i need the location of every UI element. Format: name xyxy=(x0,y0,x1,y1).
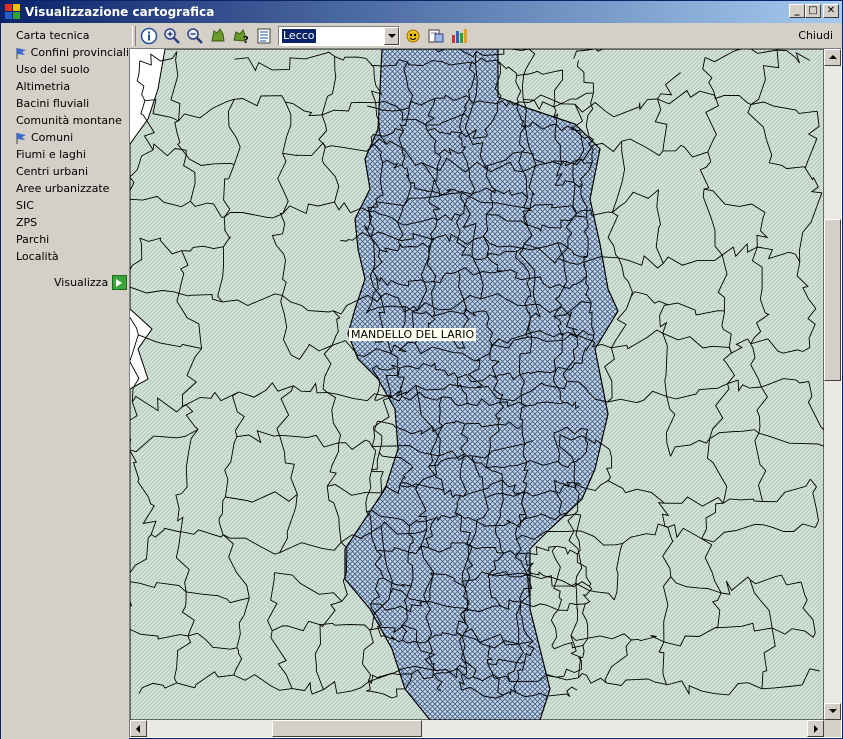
layer-item[interactable]: Parchi xyxy=(1,231,129,248)
layer-item[interactable]: ZPS xyxy=(1,214,129,231)
info-icon[interactable] xyxy=(139,26,159,46)
layer-item[interactable]: Bacini fluviali xyxy=(1,95,129,112)
layer-item[interactable]: Comunità montane xyxy=(1,112,129,129)
minimize-button[interactable]: _ xyxy=(789,4,805,18)
vertical-scrollbar[interactable] xyxy=(824,49,841,720)
chiudi-link[interactable]: Chiudi xyxy=(798,29,833,42)
window-title: Visualizzazione cartografica xyxy=(25,5,215,19)
layer-item[interactable]: Carta tecnica xyxy=(1,27,129,44)
layer-item[interactable]: Altimetria xyxy=(1,78,129,95)
province-select-value: Lecco xyxy=(282,28,316,43)
layer-item-label: Aree urbanizzate xyxy=(16,182,110,195)
layer-item[interactable]: Comuni xyxy=(1,129,129,146)
title-bar[interactable]: Visualizzazione cartografica _ □ ✕ xyxy=(1,1,842,23)
layer-item[interactable]: Fiumi e laghi xyxy=(1,146,129,163)
visualizza-label: Visualizza xyxy=(54,276,109,289)
map-panel: MANDELLO DEL LARIO xyxy=(129,48,842,738)
chart-icon[interactable] xyxy=(449,26,469,46)
app-icon xyxy=(5,4,21,20)
scroll-down-button[interactable] xyxy=(824,703,841,720)
visualizza-button[interactable]: Visualizza xyxy=(54,275,128,290)
layer-sidebar: Carta tecnica Confini provinciali Uso del … xyxy=(1,23,129,739)
layer-item-label: Bacini fluviali xyxy=(16,97,90,110)
flag-icon xyxy=(16,132,26,144)
horizontal-scrollbar[interactable] xyxy=(130,720,824,737)
toolbar-grip[interactable] xyxy=(132,25,136,46)
scroll-left-button[interactable] xyxy=(130,720,147,737)
locate-icon[interactable] xyxy=(403,26,423,46)
province-select[interactable]: Lecco xyxy=(278,25,400,46)
identify-icon[interactable]: ? xyxy=(231,26,251,46)
close-button[interactable]: ✕ xyxy=(823,4,839,18)
layer-item-label: Carta tecnica xyxy=(16,29,90,42)
layer-item[interactable]: Confini provinciali xyxy=(1,44,129,61)
flag-icon xyxy=(16,47,26,59)
comune-label: MANDELLO DEL LARIO xyxy=(349,328,477,341)
layer-item-label: Località xyxy=(16,250,59,263)
layer-item[interactable]: Centri urbani xyxy=(1,163,129,180)
layer-item-label: Fiumi e laghi xyxy=(16,148,86,161)
maximize-button[interactable]: □ xyxy=(805,4,821,18)
layer-item-label: Altimetria xyxy=(16,80,71,93)
layer-item-label: ZPS xyxy=(16,216,38,229)
go-arrow-icon[interactable] xyxy=(112,275,128,290)
layer-item[interactable]: Località xyxy=(1,248,129,265)
layer-item-label: Uso del suolo xyxy=(16,63,90,76)
layer-list: Carta tecnica Confini provinciali Uso del … xyxy=(1,27,129,265)
scroll-up-button[interactable] xyxy=(824,49,841,66)
layer-item-label: Centri urbani xyxy=(16,165,89,178)
layer-item-label: Parchi xyxy=(16,233,50,246)
layer-item-label: Comuni xyxy=(31,131,74,144)
horizontal-scroll-thumb[interactable] xyxy=(272,720,422,737)
scroll-corner xyxy=(824,720,841,737)
chevron-down-icon[interactable] xyxy=(384,26,399,45)
scroll-right-button[interactable] xyxy=(807,720,824,737)
pan-icon[interactable] xyxy=(208,26,228,46)
layer-item[interactable]: Uso del suolo xyxy=(1,61,129,78)
legend-icon[interactable] xyxy=(254,26,274,46)
map-canvas[interactable] xyxy=(130,49,824,720)
main-window: Visualizzazione cartografica _ □ ✕ Carta… xyxy=(0,0,843,739)
layer-item-label: SIC xyxy=(16,199,34,212)
vertical-scroll-thumb[interactable] xyxy=(824,219,841,381)
layer-item-label: Comunità montane xyxy=(16,114,122,127)
zoom-out-icon[interactable] xyxy=(185,26,205,46)
map-toolbar: ? Lecco Chiudi xyxy=(129,23,843,48)
zoom-in-icon[interactable] xyxy=(162,26,182,46)
layer-item-label: Confini provinciali xyxy=(30,46,129,59)
layer-item[interactable]: SIC xyxy=(1,197,129,214)
export-icon[interactable] xyxy=(426,26,446,46)
svg-text:?: ? xyxy=(243,35,249,45)
layer-item[interactable]: Aree urbanizzate xyxy=(1,180,129,197)
